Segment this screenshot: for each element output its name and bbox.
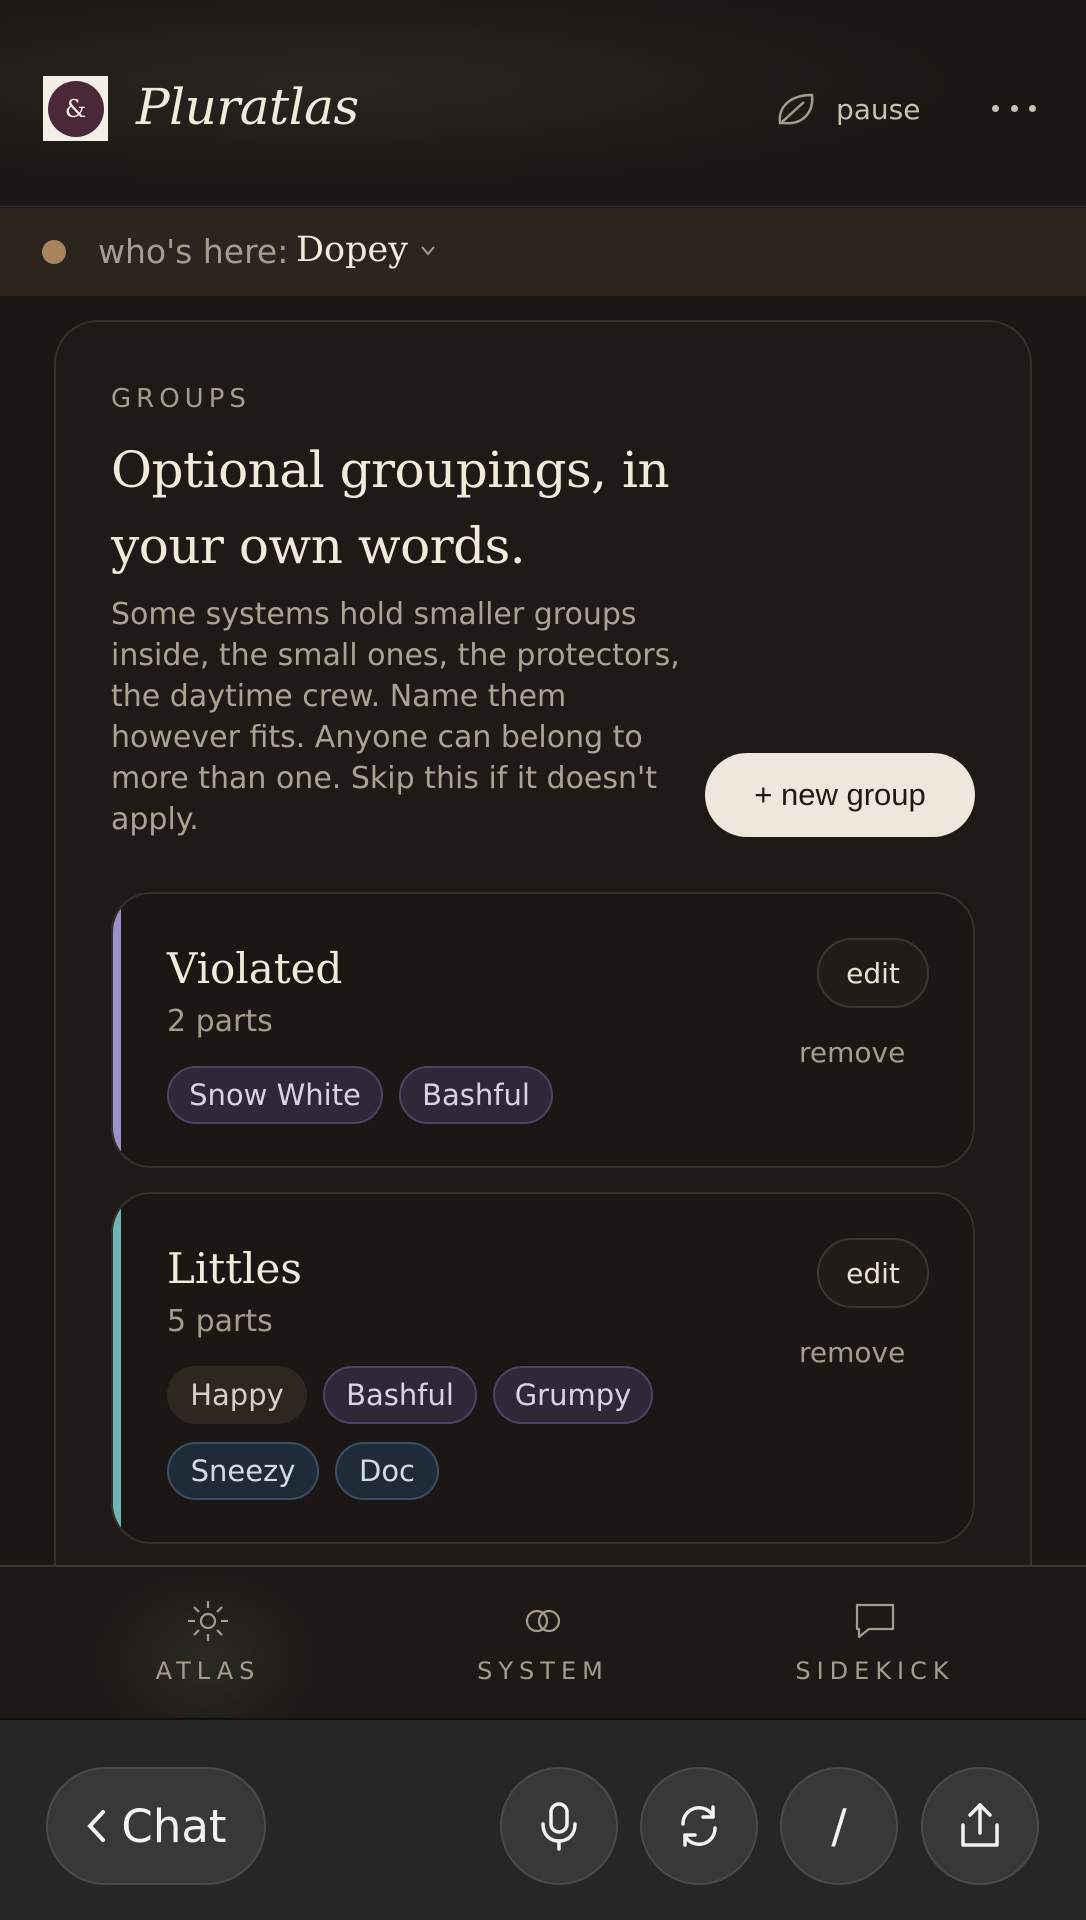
tab-sidekick[interactable]: SIDEKICK (745, 1567, 1005, 1720)
group-accent-bar (113, 894, 121, 1166)
section-heading: Optional groupings, in your own words. (111, 441, 670, 575)
group-accent-bar (113, 1194, 121, 1542)
tab-label: SIDEKICK (795, 1657, 955, 1685)
new-group-button[interactable]: + new group (705, 753, 975, 837)
share-icon (961, 1803, 999, 1847)
more-options-button[interactable] (992, 92, 1036, 124)
refresh-button[interactable] (640, 1767, 758, 1885)
logo-mark: & (47, 80, 104, 137)
more-icon (992, 104, 999, 112)
refresh-icon (681, 1805, 717, 1847)
back-to-chat-button[interactable]: Chat (46, 1767, 266, 1885)
remove-group-button[interactable]: remove (799, 1336, 905, 1369)
section-description: Some systems hold smaller groups inside,… (111, 597, 680, 837)
slash-command-button[interactable]: / (780, 1767, 898, 1885)
group-name: Violated (167, 944, 343, 993)
group-count: 5 parts (167, 1304, 273, 1339)
tab-atlas[interactable]: ATLAS (78, 1567, 338, 1720)
pause-label: pause (836, 92, 921, 126)
tab-system[interactable]: SYSTEM (413, 1567, 673, 1720)
presence-bar[interactable]: who's here: Dopey (0, 208, 1086, 296)
member-chip[interactable]: Doc (335, 1442, 439, 1500)
section-eyebrow: GROUPS (111, 384, 251, 414)
member-chip[interactable]: Bashful (399, 1066, 553, 1124)
app-title: Pluratlas (136, 78, 359, 136)
group-card-littles: Littles 5 parts edit remove Happy Bashfu… (111, 1192, 975, 1544)
presence-status-dot (42, 240, 66, 264)
member-chip[interactable]: Sneezy (167, 1442, 319, 1500)
tab-label: SYSTEM (477, 1657, 609, 1685)
chevron-down-icon[interactable] (418, 240, 438, 260)
browser-toolbar: Chat / (0, 1718, 1086, 1920)
microphone-button[interactable] (500, 1767, 618, 1885)
edit-group-button[interactable]: edit (817, 1238, 929, 1308)
member-chip[interactable]: Snow White (167, 1066, 383, 1124)
group-card-violated: Violated 2 parts edit remove Snow White … (111, 892, 975, 1168)
remove-group-button[interactable]: remove (799, 1036, 905, 1069)
app-logo: & (43, 76, 108, 141)
chat-label: Chat (121, 1799, 227, 1853)
member-chip[interactable]: Happy (167, 1366, 307, 1424)
more-icon-dot (1010, 104, 1018, 112)
pause-button[interactable]: pause (774, 88, 921, 130)
presence-name: Dopey (296, 230, 409, 270)
group-name: Littles (167, 1244, 302, 1293)
share-button[interactable] (921, 1767, 1039, 1885)
app-header: & Pluratlas pause (0, 0, 1086, 207)
rings-icon (521, 1599, 565, 1643)
microphone-icon (541, 1802, 577, 1851)
chevron-left-icon (87, 1810, 106, 1842)
presence-label: who's here: (98, 232, 289, 271)
sun-icon (186, 1599, 230, 1643)
bottom-tab-bar: ATLAS SYSTEM SIDEKICK (0, 1565, 1086, 1720)
member-chip[interactable]: Grumpy (493, 1366, 653, 1424)
more-icon-dot (1029, 104, 1036, 112)
group-count: 2 parts (167, 1004, 273, 1039)
member-chip[interactable]: Bashful (323, 1366, 477, 1424)
tab-label: ATLAS (155, 1657, 261, 1685)
edit-group-button[interactable]: edit (817, 938, 929, 1008)
leaf-icon (778, 93, 814, 125)
chat-bubble-icon (853, 1599, 897, 1643)
